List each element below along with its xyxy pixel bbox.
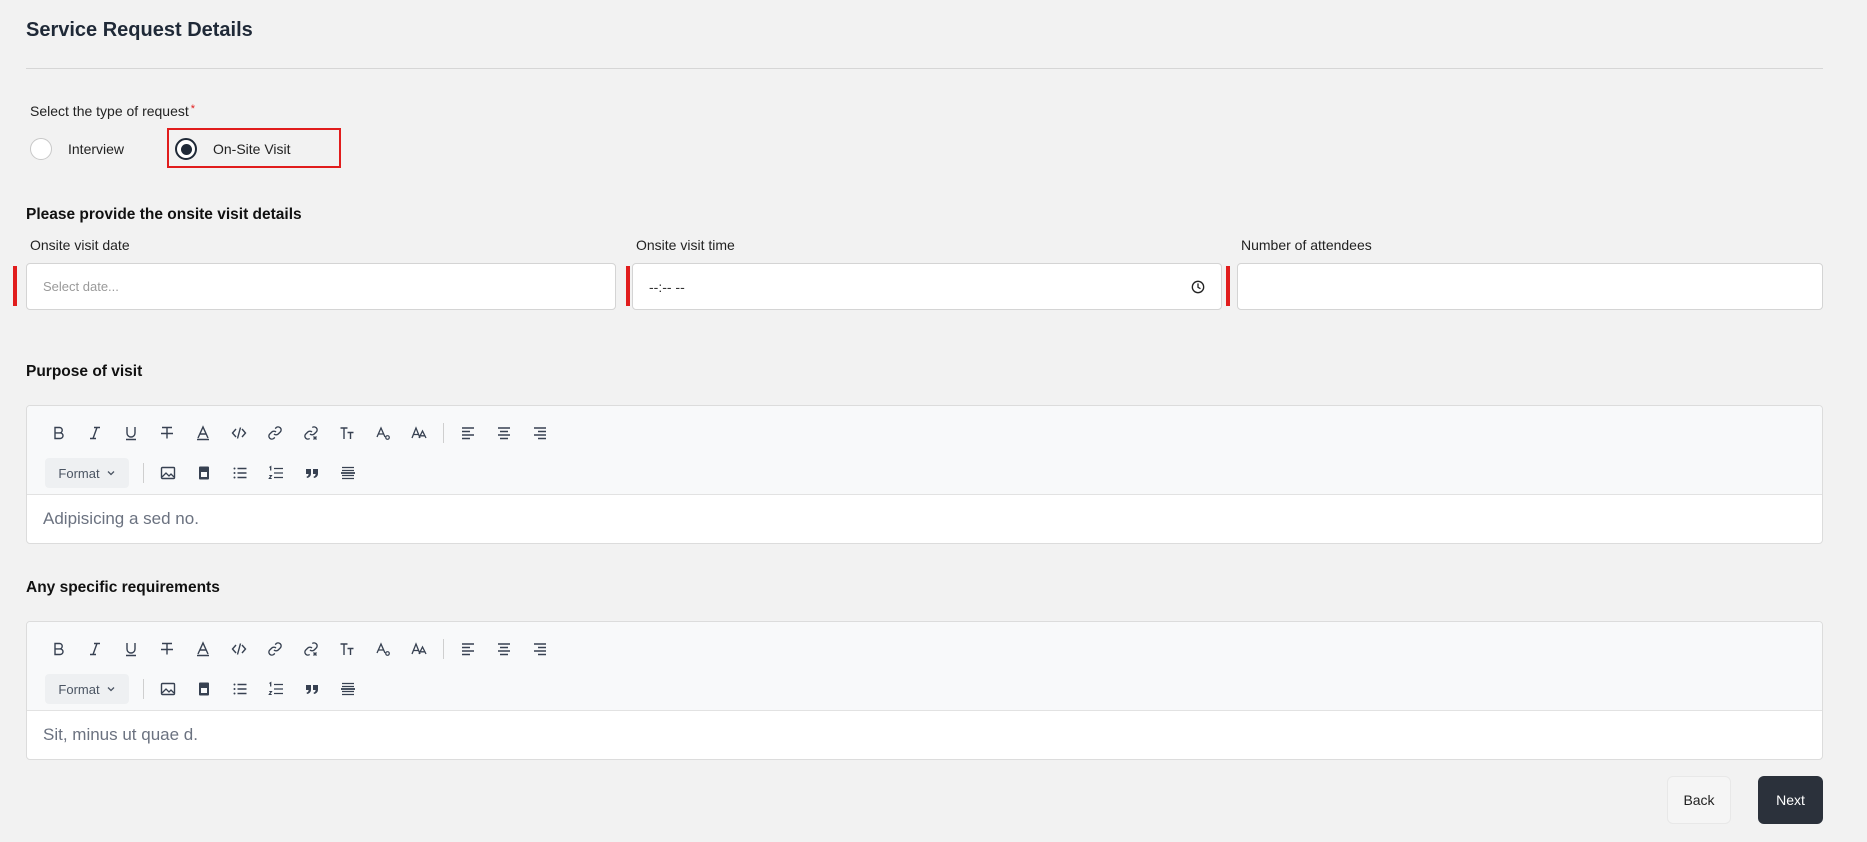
subscript-icon[interactable] (365, 634, 401, 664)
video-icon[interactable] (186, 458, 222, 488)
back-button[interactable]: Back (1667, 776, 1731, 824)
underline-icon[interactable] (113, 418, 149, 448)
radio-option-interview[interactable]: Interview (30, 138, 124, 160)
radio-interview-label: Interview (68, 141, 125, 157)
format-dropdown-label: Format (58, 465, 100, 481)
chevron-down-icon (107, 471, 115, 476)
quote-icon[interactable] (294, 674, 330, 704)
required-asterisk: * (190, 103, 196, 115)
bold-icon[interactable] (41, 634, 77, 664)
onsite-details-heading: Please provide the onsite visit details (26, 206, 302, 223)
time-error-indicator (626, 266, 630, 306)
numbered-list-icon[interactable] (258, 458, 294, 488)
bullet-list-icon[interactable] (222, 674, 258, 704)
horizontal-rule-icon[interactable] (330, 674, 366, 704)
format-dropdown[interactable]: Format (45, 458, 129, 488)
visit-date-label: Onsite visit date (30, 237, 130, 253)
code-icon[interactable] (221, 634, 257, 664)
toolbar-row-1 (41, 634, 558, 664)
image-icon[interactable] (150, 674, 186, 704)
align-center-icon[interactable] (486, 634, 522, 664)
align-left-icon[interactable] (450, 418, 486, 448)
purpose-editor: Format Adipisicing a sed no. (26, 405, 1823, 544)
purpose-toolbar: Format (27, 406, 1822, 495)
toolbar-row-1 (41, 418, 558, 448)
link-icon[interactable] (257, 418, 293, 448)
text-color-icon[interactable] (185, 418, 221, 448)
align-left-icon[interactable] (450, 634, 486, 664)
requirements-editor-content[interactable]: Sit, minus ut quae d. (27, 711, 1822, 759)
format-dropdown-label: Format (58, 681, 100, 697)
attendees-input[interactable] (1237, 263, 1823, 310)
requirements-toolbar: Format (27, 622, 1822, 711)
video-icon[interactable] (186, 674, 222, 704)
subscript-icon[interactable] (365, 418, 401, 448)
title-divider (26, 68, 1823, 69)
toolbar-row-2: Format (41, 674, 366, 704)
request-type-label: Select the type of request * (30, 103, 195, 119)
toolbar-separator (443, 639, 444, 659)
toolbar-separator (443, 423, 444, 443)
requirements-heading: Any specific requirements (26, 579, 220, 596)
toolbar-separator (143, 463, 144, 483)
purpose-editor-content[interactable]: Adipisicing a sed no. (27, 495, 1822, 543)
code-icon[interactable] (221, 418, 257, 448)
font-size-icon[interactable] (329, 634, 365, 664)
text-color-icon[interactable] (185, 634, 221, 664)
visit-time-label: Onsite visit time (636, 237, 735, 253)
horizontal-rule-icon[interactable] (330, 458, 366, 488)
bullet-list-icon[interactable] (222, 458, 258, 488)
font-size-icon[interactable] (329, 418, 365, 448)
font-case-icon[interactable] (401, 418, 437, 448)
align-center-icon[interactable] (486, 418, 522, 448)
italic-icon[interactable] (77, 634, 113, 664)
toolbar-separator (143, 679, 144, 699)
toolbar-row-2: Format (41, 458, 366, 488)
underline-icon[interactable] (113, 634, 149, 664)
selection-highlight (167, 128, 341, 168)
date-error-indicator (13, 266, 17, 306)
request-type-label-text: Select the type of request (30, 103, 189, 119)
font-case-icon[interactable] (401, 634, 437, 664)
attendees-label: Number of attendees (1241, 237, 1372, 253)
next-button[interactable]: Next (1758, 776, 1823, 824)
unlink-icon[interactable] (293, 634, 329, 664)
strikethrough-icon[interactable] (149, 634, 185, 664)
bold-icon[interactable] (41, 418, 77, 448)
purpose-heading: Purpose of visit (26, 363, 143, 380)
strikethrough-icon[interactable] (149, 418, 185, 448)
image-icon[interactable] (150, 458, 186, 488)
visit-time-value: --:-- -- (649, 278, 685, 295)
attendees-error-indicator (1226, 266, 1230, 306)
chevron-down-icon (107, 687, 115, 692)
numbered-list-icon[interactable] (258, 674, 294, 704)
align-right-icon[interactable] (522, 634, 558, 664)
align-right-icon[interactable] (522, 418, 558, 448)
clock-icon[interactable] (1191, 280, 1205, 294)
quote-icon[interactable] (294, 458, 330, 488)
radio-interview[interactable] (30, 138, 52, 160)
requirements-editor: Format Sit, minus ut quae d. (26, 621, 1823, 760)
visit-date-input[interactable]: Select date... (26, 263, 616, 310)
unlink-icon[interactable] (293, 418, 329, 448)
link-icon[interactable] (257, 634, 293, 664)
visit-date-placeholder: Select date... (43, 279, 119, 294)
visit-time-input[interactable]: --:-- -- (632, 263, 1222, 310)
format-dropdown[interactable]: Format (45, 674, 129, 704)
page-title: Service Request Details (26, 19, 253, 41)
italic-icon[interactable] (77, 418, 113, 448)
